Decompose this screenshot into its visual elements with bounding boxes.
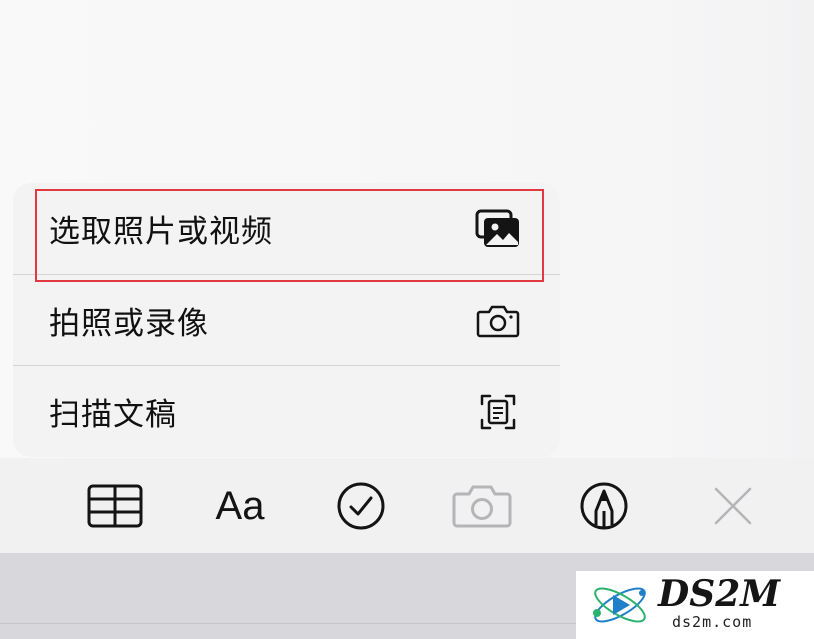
highlight-box xyxy=(35,189,544,282)
watermark-title: DS2M xyxy=(658,573,781,615)
menu-item-take-photo-video[interactable]: 拍照或录像 xyxy=(13,275,560,366)
camera-icon xyxy=(474,297,522,345)
text-format-icon: Aa xyxy=(215,483,265,528)
camera-button[interactable] xyxy=(452,482,512,530)
checklist-icon xyxy=(337,482,385,530)
camera-icon xyxy=(452,485,512,528)
markup-pen-icon xyxy=(580,482,628,530)
watermark-logo-icon xyxy=(593,587,646,623)
close-icon xyxy=(714,487,752,525)
watermark-subtitle: ds2m.com xyxy=(672,613,753,631)
table-icon xyxy=(87,484,143,528)
checklist-button[interactable] xyxy=(331,482,391,530)
notes-toolbar: Aa xyxy=(0,458,814,553)
menu-item-label: 拍照或录像 xyxy=(49,306,209,342)
text-format-button[interactable]: Aa xyxy=(210,482,270,530)
menu-item-label: 扫描文稿 xyxy=(49,397,177,433)
markup-button[interactable] xyxy=(574,482,634,530)
close-button[interactable] xyxy=(703,482,763,530)
document-scan-icon xyxy=(474,388,522,436)
menu-item-scan-documents[interactable]: 扫描文稿 xyxy=(13,366,560,457)
watermark: DS2M ds2m.com xyxy=(576,571,814,639)
table-button[interactable] xyxy=(85,482,145,530)
